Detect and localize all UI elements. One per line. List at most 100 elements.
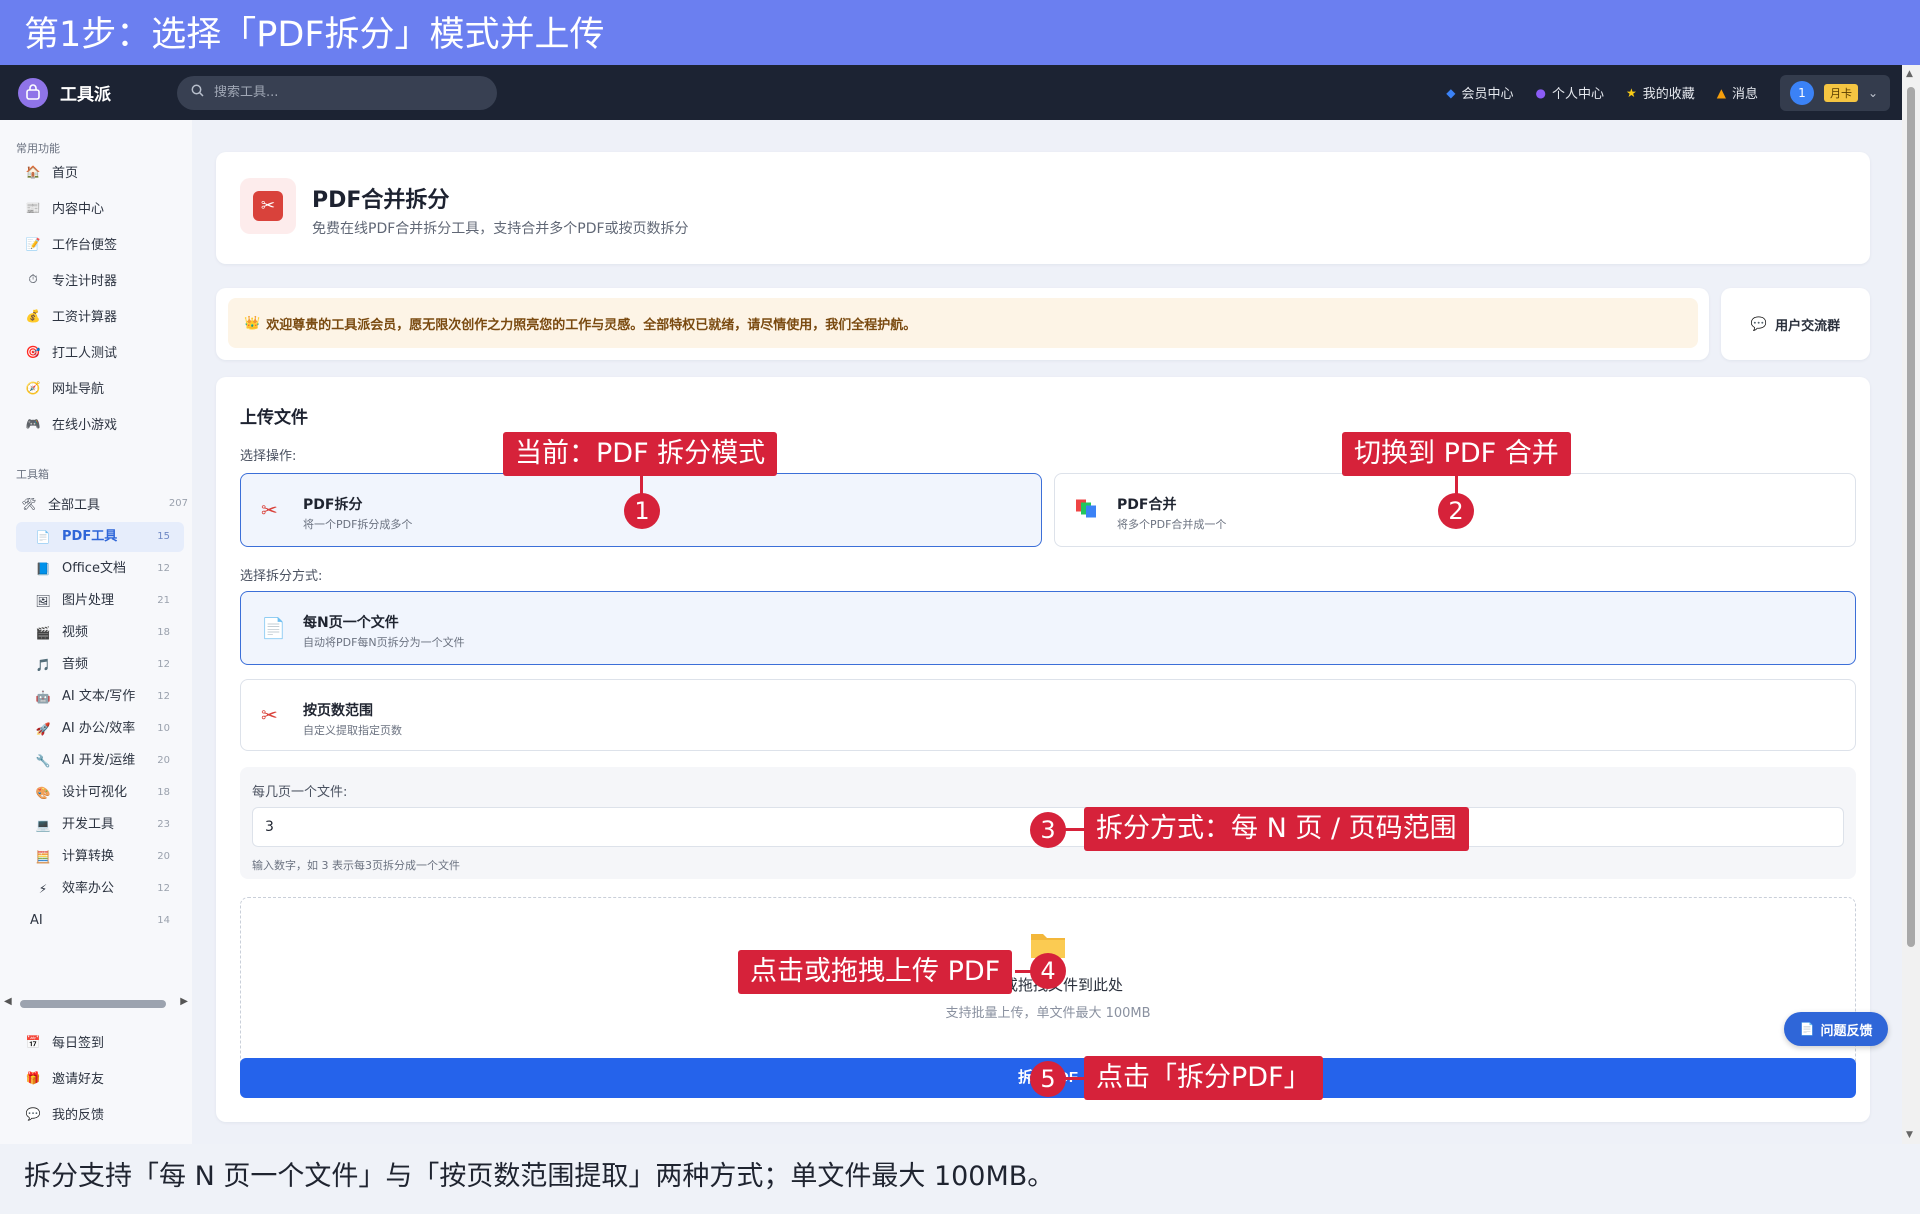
sidebar-item-all-tools[interactable]: 🛠 全部工具 207 <box>20 494 188 514</box>
tutorial-title: 第1步：选择「PDF拆分」模式并上传 <box>0 0 1920 65</box>
pages-per-file-hint: 输入数字，如 3 表示每3页拆分成一个文件 <box>252 859 460 872</box>
nav-profile[interactable]: ● 个人中心 <box>1535 83 1604 103</box>
pdf-icon: 📄 <box>35 530 51 544</box>
computer-icon: 💻 <box>35 818 51 832</box>
music-icon: 🎵 <box>35 658 51 672</box>
diamond-icon: ◆ <box>1446 85 1456 100</box>
page-scrollbar[interactable]: ▲ ▼ <box>1902 65 1920 1144</box>
sidebar-item-salary[interactable]: 💰 工资计算器 <box>24 306 184 326</box>
sidebar-item-nav[interactable]: 🧭 网址导航 <box>24 378 184 398</box>
mode-page-range[interactable]: ✂ 按页数范围 自定义提取指定页数 <box>240 679 1856 751</box>
sidebar-item-ai-office[interactable]: 🚀 AI 办公/效率 10 <box>16 714 184 744</box>
gift-icon: 🎁 <box>25 1070 41 1085</box>
rocket-icon: 🚀 <box>35 722 51 736</box>
image-icon: 🖼 <box>35 594 51 608</box>
sidebar-scroll-thumb[interactable] <box>20 1000 166 1008</box>
chat-bubble-icon: 💬 <box>25 1106 41 1121</box>
sidebar-item-content[interactable]: 📰 内容中心 <box>24 198 184 218</box>
chevron-down-icon: ⌄ <box>1868 85 1879 100</box>
nav-favorites[interactable]: ★ 我的收藏 <box>1625 83 1695 103</box>
sidebar-item-office[interactable]: 📘 Office文档 12 <box>16 554 184 584</box>
scroll-down-icon[interactable]: ▼ <box>1906 1130 1913 1140</box>
search-bar[interactable] <box>177 75 497 110</box>
scroll-up-icon[interactable]: ▲ <box>1906 69 1913 79</box>
annotation-label-2: 切换到 PDF 合并 <box>1342 432 1571 476</box>
sidebar: 常用功能 🏠 首页 📰 内容中心 📝 工作台便签 ⏱ 专注计时器 💰 工资计算器 🎯 打工人… <box>0 120 192 1144</box>
sidebar-item-dev-tools[interactable]: 💻 开发工具 23 <box>16 810 184 840</box>
scroll-right-icon[interactable]: ▶ <box>180 996 188 1007</box>
stacked-files-icon <box>1075 497 1099 524</box>
nav-messages[interactable]: ▲ 消息 <box>1716 83 1758 103</box>
sidebar-item-feedback[interactable]: 💬 我的反馈 <box>24 1104 184 1124</box>
home-icon: 🏠 <box>25 164 41 179</box>
sidebar-item-ai-dev[interactable]: 🔧 AI 开发/运维 20 <box>16 746 184 776</box>
sidebar-item-image[interactable]: 🖼 图片处理 21 <box>16 586 184 616</box>
note-icon: 📝 <box>25 236 41 251</box>
member-notice: 👑 欢迎尊贵的工具派会员，愿无限次创作之力照亮您的工作与灵感。全部特权已就绪，请… <box>228 298 1698 348</box>
scissors-icon: ✂ <box>261 703 278 727</box>
video-icon: 🎬 <box>35 626 51 640</box>
sidebar-item-notes[interactable]: 📝 工作台便签 <box>24 234 184 254</box>
calendar-icon: 📅 <box>25 1034 41 1049</box>
sidebar-item-checkin[interactable]: 📅 每日签到 <box>24 1032 184 1052</box>
document-icon: 📄 <box>1799 1022 1815 1036</box>
sidebar-item-audio[interactable]: 🎵 音频 12 <box>16 650 184 680</box>
sidebar-item-worker-test[interactable]: 🎯 打工人测试 <box>24 342 184 362</box>
bell-icon: ▲ <box>1716 85 1726 100</box>
operation-label: 选择操作: <box>240 449 297 464</box>
sidebar-item-games[interactable]: 🎮 在线小游戏 <box>24 414 184 434</box>
star-icon: ★ <box>1625 85 1637 100</box>
nav-member-center[interactable]: ◆ 会员中心 <box>1446 83 1513 103</box>
timer-icon: ⏱ <box>28 272 38 286</box>
sidebar-horizontal-scrollbar[interactable]: ◀ ▶ <box>4 996 188 1010</box>
annotation-marker-5: 5 <box>1030 1061 1066 1097</box>
pages-per-file-label: 每几页一个文件: <box>252 785 348 800</box>
sidebar-item-pdf-tools[interactable]: 📄 PDF工具 15 <box>16 522 184 552</box>
annotation-marker-1: 1 <box>624 493 660 529</box>
sidebar-item-video[interactable]: 🎬 视频 18 <box>16 618 184 648</box>
lightning-icon: ⚡ <box>38 882 48 896</box>
sidebar-item-ai-writing[interactable]: 🤖 AI 文本/写作 12 <box>16 682 184 712</box>
avatar: 1 <box>1790 80 1814 105</box>
annotation-label-5: 点击「拆分PDF」 <box>1084 1056 1323 1100</box>
member-notice-card: 👑 欢迎尊贵的工具派会员，愿无限次创作之力照亮您的工作与灵感。全部特权已就绪，请… <box>216 288 1709 360</box>
sidebar-item-home[interactable]: 🏠 首页 <box>24 162 184 182</box>
sidebar-item-calc[interactable]: 🧮 计算转换 20 <box>16 842 184 872</box>
annotation-label-3: 拆分方式：每 N 页 / 页码范围 <box>1084 807 1469 851</box>
tutorial-caption: 拆分支持「每 N 页一个文件」与「按页数范围提取」两种方式；单文件最大 100M… <box>0 1144 1920 1214</box>
sidebar-item-invite[interactable]: 🎁 邀请好友 <box>24 1068 184 1088</box>
sidebar-section-common: 常用功能 <box>16 142 60 155</box>
search-input[interactable] <box>214 85 474 100</box>
page-description: 免费在线PDF合并拆分工具，支持合并多个PDF或按页数拆分 <box>312 221 689 237</box>
annotation-marker-4: 4 <box>1030 953 1066 989</box>
membership-badge: 月卡 <box>1824 83 1858 102</box>
sidebar-item-timer[interactable]: ⏱ 专注计时器 <box>24 270 184 289</box>
annotation-marker-2: 2 <box>1438 493 1474 529</box>
tool-header-card: ✂ PDF合并拆分 免费在线PDF合并拆分工具，支持合并多个PDF或按页数拆分 <box>216 152 1870 264</box>
scrollbar-thumb[interactable] <box>1907 87 1915 947</box>
annotation-connector-5 <box>1064 1077 1084 1080</box>
logo[interactable]: 工具派 <box>18 77 111 108</box>
user-group-button[interactable]: 💬 用户交流群 <box>1721 288 1870 360</box>
annotation-label-1: 当前：PDF 拆分模式 <box>503 432 778 476</box>
money-bag-icon: 💰 <box>25 308 41 323</box>
sidebar-item-efficiency[interactable]: ⚡ 效率办公 12 <box>16 874 184 904</box>
tools-icon: 🛠 <box>21 496 37 511</box>
logo-text: 工具派 <box>60 85 111 105</box>
scissors-icon: ✂ <box>261 498 278 522</box>
sidebar-item-ai[interactable]: AI 14 <box>16 906 184 936</box>
chat-bubble-icon: 💬 <box>1750 316 1768 332</box>
dropzone-hint: 支持批量上传，单文件最大 100MB <box>945 1006 1151 1021</box>
search-icon <box>191 84 204 101</box>
mode-every-n-pages[interactable]: 📄 每N页一个文件 自动将PDF每N页拆分为一个文件 <box>240 591 1856 665</box>
page-title: PDF合并拆分 <box>312 188 450 213</box>
robot-icon: 🤖 <box>35 690 51 704</box>
calculator-icon: 🧮 <box>35 850 51 864</box>
scroll-left-icon[interactable]: ◀ <box>4 996 12 1007</box>
wrench-icon: 🔧 <box>35 754 51 768</box>
annotation-label-4: 点击或拖拽上传 PDF <box>738 950 1013 994</box>
user-menu[interactable]: 1 月卡 ⌄ <box>1780 74 1890 111</box>
sidebar-section-tools: 工具箱 <box>16 468 49 481</box>
sidebar-item-design[interactable]: 🎨 设计可视化 18 <box>16 778 184 808</box>
feedback-button[interactable]: 📄 问题反馈 <box>1784 1012 1888 1046</box>
